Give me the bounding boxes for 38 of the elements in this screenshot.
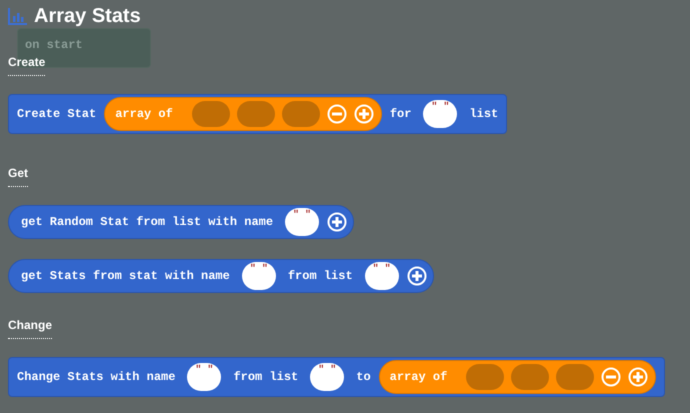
block-label: list bbox=[468, 106, 500, 123]
text-input[interactable]: " " bbox=[310, 363, 344, 391]
block-label: to bbox=[355, 369, 372, 386]
statement-block[interactable]: Change Stats with name " " from list " " to array of bbox=[8, 357, 666, 397]
block-label: get Stats from stat with name bbox=[20, 268, 231, 285]
empty-slot[interactable] bbox=[236, 101, 275, 127]
empty-slot[interactable] bbox=[282, 101, 320, 127]
bar-chart-icon bbox=[8, 7, 28, 25]
text-input[interactable]: " " bbox=[242, 262, 276, 290]
reporter-block[interactable]: get Stats from stat with name " " from list " " bbox=[8, 259, 434, 293]
text-input[interactable]: " " bbox=[285, 208, 320, 236]
text-input[interactable]: " " bbox=[364, 262, 399, 290]
text-input[interactable]: " " bbox=[187, 363, 222, 391]
empty-slot[interactable] bbox=[556, 364, 594, 390]
section-heading: Get bbox=[8, 164, 28, 187]
minus-icon[interactable] bbox=[326, 104, 347, 124]
plus-icon[interactable] bbox=[406, 266, 427, 286]
block-label: array of bbox=[115, 106, 173, 123]
empty-slot[interactable] bbox=[511, 364, 550, 390]
page-title: Array Stats bbox=[34, 6, 141, 26]
text-input[interactable]: " " bbox=[423, 100, 458, 128]
statement-block[interactable]: Create Stat array of for " " list bbox=[8, 94, 508, 134]
reporter-block[interactable]: get Random Stat from list with name " " bbox=[8, 205, 354, 239]
plus-icon[interactable] bbox=[354, 104, 374, 124]
plus-icon[interactable] bbox=[327, 212, 348, 232]
section-heading: Create bbox=[8, 53, 46, 76]
block-label: get Random Stat from list with name bbox=[20, 214, 274, 231]
block-label: for bbox=[388, 106, 412, 123]
block-label: from list bbox=[232, 369, 300, 386]
block-label: array of bbox=[390, 369, 448, 386]
section-heading: Change bbox=[8, 316, 52, 339]
plus-icon[interactable] bbox=[628, 367, 648, 387]
block-label: Change Stats with name bbox=[16, 369, 176, 386]
minus-icon[interactable] bbox=[601, 367, 622, 387]
block-label: Create Stat bbox=[16, 106, 98, 123]
empty-slot[interactable] bbox=[466, 364, 504, 390]
empty-slot[interactable] bbox=[192, 101, 230, 127]
block-label: from list bbox=[286, 268, 354, 285]
